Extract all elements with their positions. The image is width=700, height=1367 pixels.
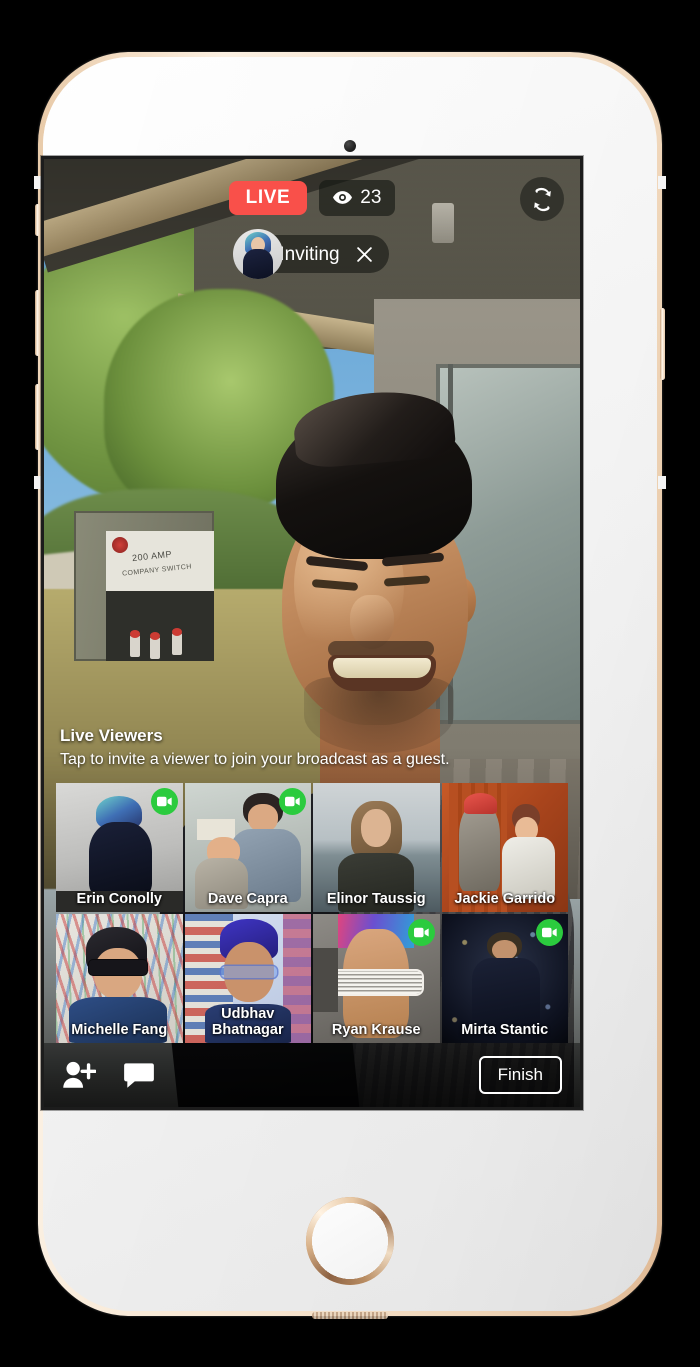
viewer-count-pill: 23 (319, 180, 396, 216)
proximity-sensor (344, 140, 356, 152)
mute-switch[interactable] (35, 204, 40, 236)
screenshot-stage: 200 AMP COMPANY SWITCH (0, 0, 700, 1367)
viewer-name: Erin Conolly (76, 890, 162, 907)
viewer-name: Mirta Stantic (461, 1021, 549, 1038)
eye-icon (333, 191, 353, 204)
live-viewers-panel: Live Viewers Tap to invite a viewer to j… (44, 725, 580, 1107)
comment-bubble-icon[interactable] (122, 1060, 156, 1090)
viewer-count-value: 23 (360, 187, 382, 208)
antenna-band (658, 476, 666, 489)
video-available-badge (150, 787, 178, 815)
inviting-pill[interactable]: Inviting (233, 229, 389, 279)
broadcast-status-bar: LIVE 23 (44, 175, 580, 221)
viewer-tile[interactable]: Jackie Garrido (441, 782, 568, 912)
viewer-tile[interactable]: Dave Capra (184, 782, 311, 912)
antenna-band (34, 476, 42, 489)
video-available-badge (407, 918, 435, 946)
add-person-icon[interactable] (62, 1060, 96, 1090)
home-button-ring (306, 1197, 394, 1285)
viewer-tile[interactable]: Udbhav Bhatnagar (184, 913, 311, 1043)
volume-up-button[interactable] (35, 290, 40, 356)
video-available-badge (536, 918, 563, 946)
viewer-name: Michelle Fang (71, 1021, 168, 1038)
viewer-tile[interactable]: Mirta Stantic (441, 913, 568, 1043)
avatar-body (243, 249, 274, 279)
viewer-tile[interactable]: Michelle Fang (56, 913, 183, 1043)
viewer-tile[interactable]: Elinor Taussig (313, 782, 440, 912)
video-camera-icon (413, 927, 429, 938)
finish-button[interactable]: Finish (478, 1056, 562, 1094)
viewer-name: Ryan Krause (331, 1021, 421, 1038)
broadcast-toolbar: Finish (44, 1043, 580, 1107)
video-camera-icon (285, 796, 300, 807)
live-viewers-subtitle: Tap to invite a viewer to join your broa… (60, 750, 450, 768)
viewer-name: Dave Capra (207, 890, 288, 907)
live-viewers-header: Live Viewers Tap to invite a viewer to j… (44, 725, 580, 775)
phone-screen: 200 AMP COMPANY SWITCH (44, 159, 580, 1107)
viewer-grid: Erin Conolly Dave Capra Elinor Taussig Jack… (44, 782, 580, 1043)
volume-down-button[interactable] (35, 384, 40, 450)
viewer-tile[interactable]: Erin Conolly (56, 782, 183, 912)
viewer-name: Udbhav Bhatnagar (211, 1005, 284, 1038)
viewer-name: Elinor Taussig (326, 890, 426, 907)
antenna-band (34, 176, 42, 189)
viewer-name: Jackie Garrido (454, 890, 556, 907)
video-camera-icon (156, 796, 172, 807)
video-camera-icon (542, 927, 557, 938)
video-available-badge (279, 787, 306, 815)
live-badge: LIVE (228, 181, 308, 215)
power-button[interactable] (660, 308, 665, 380)
camera-flip-icon (533, 187, 551, 211)
viewer-tile[interactable]: Ryan Krause (313, 913, 440, 1043)
bottom-speaker-grille (312, 1312, 388, 1319)
inviting-label: Inviting (279, 243, 340, 265)
avatar-inviting (233, 229, 284, 279)
flip-camera-button[interactable] (520, 177, 564, 221)
live-viewers-title: Live Viewers (60, 725, 163, 745)
home-button[interactable] (306, 1197, 394, 1285)
antenna-band (658, 176, 666, 189)
inviting-status-row: Inviting (44, 229, 580, 279)
close-x-icon[interactable] (356, 246, 373, 263)
